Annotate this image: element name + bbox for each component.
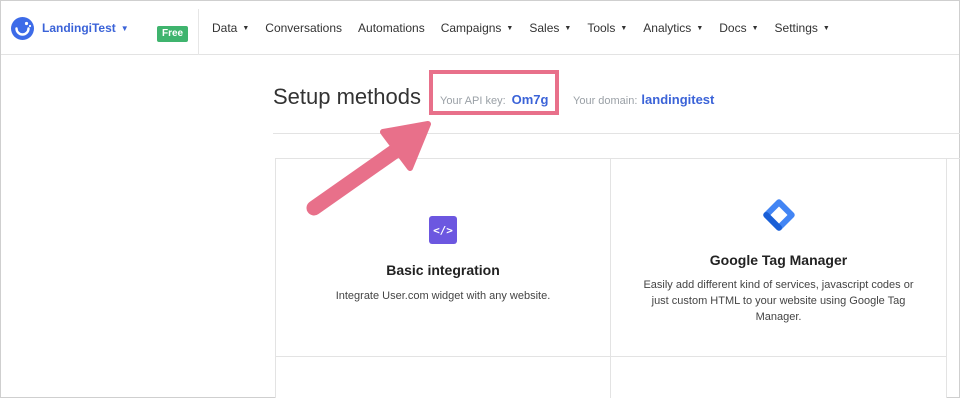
chevron-down-icon: ▼ <box>564 24 572 32</box>
google-tag-manager-card[interactable]: Google Tag Manager Easily add different … <box>611 159 947 357</box>
nav-item-label: Data <box>212 21 238 35</box>
code-icon: </> <box>429 216 457 244</box>
plan-badge: Free <box>157 26 189 42</box>
annotation-arrow-icon <box>306 121 431 216</box>
nav-item-label: Sales <box>529 21 560 35</box>
domain-value: landingitest <box>641 92 715 107</box>
chevron-down-icon: ▼ <box>822 24 830 32</box>
nav-item-campaigns[interactable]: Campaigns ▼ <box>441 21 514 35</box>
chevron-down-icon: ▼ <box>242 24 250 32</box>
setup-method-card[interactable] <box>611 357 947 398</box>
chevron-down-icon: ▼ <box>620 24 628 32</box>
nav-item-label: Automations <box>358 21 425 35</box>
domain-label: Your domain: <box>573 95 638 107</box>
card-title: Basic integration <box>386 262 500 278</box>
top-navbar: LandingiTest ▼ Free Data ▼ Conversations… <box>1 1 959 55</box>
nav-item-label: Docs <box>719 21 747 35</box>
setup-method-card[interactable] <box>276 357 611 398</box>
nav-item-label: Tools <box>587 21 616 35</box>
chevron-down-icon: ▼ <box>506 24 514 32</box>
account-switcher[interactable]: LandingiTest ▼ <box>11 1 129 55</box>
nav-item-data[interactable]: Data ▼ <box>212 21 249 35</box>
nav-item-label: Analytics <box>643 21 692 35</box>
google-tag-manager-icon <box>762 199 795 231</box>
nav-item-label: Settings <box>774 21 818 35</box>
nav-item-docs[interactable]: Docs ▼ <box>719 21 758 35</box>
account-name: LandingiTest <box>42 21 116 35</box>
nav-item-automations[interactable]: Automations <box>358 21 425 35</box>
nav-item-label: Campaigns <box>440 21 502 35</box>
nav-item-sales[interactable]: Sales ▼ <box>529 21 571 35</box>
user-com-logo-icon <box>11 16 34 40</box>
navbar-divider <box>198 9 199 55</box>
card-description: Integrate User.com widget with any websi… <box>335 290 551 302</box>
setup-method-card-partial <box>947 159 960 398</box>
chevron-down-icon: ▼ <box>751 24 759 32</box>
domain-info: Your domain: landingitest <box>573 92 714 107</box>
card-title: Google Tag Manager <box>709 252 848 268</box>
chevron-down-icon: ▼ <box>696 24 704 32</box>
nav-item-label: Conversations <box>265 21 343 35</box>
nav-item-analytics[interactable]: Analytics ▼ <box>643 21 703 35</box>
main-menu: Data ▼ Conversations Automations Campaig… <box>212 1 846 55</box>
page-title: Setup methods <box>273 84 421 109</box>
nav-item-tools[interactable]: Tools ▼ <box>587 21 627 35</box>
chevron-down-icon: ▼ <box>120 23 129 33</box>
nav-item-conversations[interactable]: Conversations <box>265 21 342 35</box>
annotation-highlight-box <box>429 70 559 115</box>
card-description: Easily add different kind of services, j… <box>643 279 914 323</box>
nav-item-settings[interactable]: Settings ▼ <box>775 21 830 35</box>
